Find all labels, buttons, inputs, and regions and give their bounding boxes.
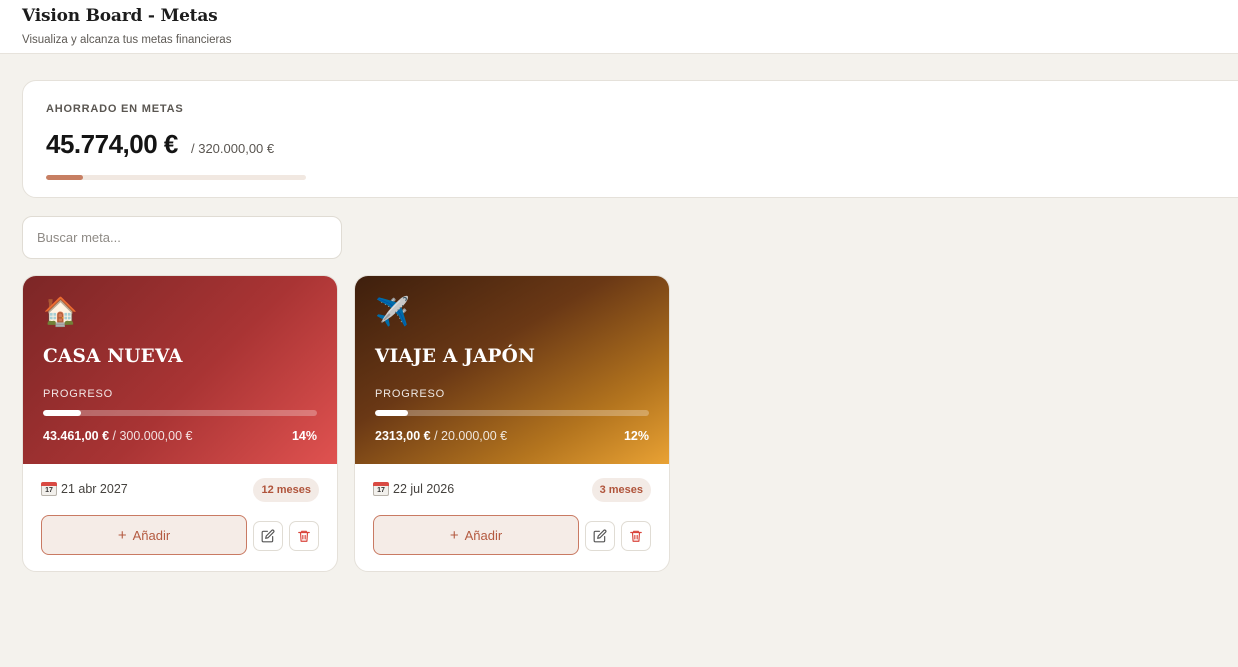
page-subtitle: Visualiza y alcanza tus metas financiera… [22,34,232,46]
summary-amount: 45.774,00 € [46,129,178,159]
summary-total: / 320.000,00 € [191,141,275,156]
delete-goal-button[interactable] [289,521,319,551]
trash-icon [298,530,310,542]
goal-progress-bar [43,410,317,416]
goal-card-header: 🏠 CASA NUEVA PROGRESO 43.461,00 € / 300.… [23,276,337,464]
page-title: Vision Board - Metas [22,6,218,26]
goal-saved-amount: 43.461,00 € [43,429,110,443]
goal-date: 17 21 abr 2027 [41,481,128,497]
search-input[interactable] [22,216,342,259]
goal-target-amount: / 300.000,00 € [112,429,193,443]
edit-icon [261,529,275,543]
progress-label: PROGRESO [375,388,445,400]
add-funds-button[interactable]: + Añadir [41,515,247,555]
edit-goal-button[interactable] [585,521,615,551]
goal-saved-amount: 2313,00 € [375,429,431,443]
months-remaining-badge: 12 meses [253,478,319,502]
airplane-icon: ✈️ [375,296,410,327]
goal-amounts: 2313,00 € / 20.000,00 € [375,429,507,443]
goal-date-text: 22 jul 2026 [393,482,455,496]
goal-title: CASA NUEVA [43,346,183,367]
plus-icon: + [117,526,127,544]
add-funds-button[interactable]: + Añadir [373,515,579,555]
goal-date: 17 22 jul 2026 [373,481,454,497]
goal-percent: 14% [291,429,317,443]
goal-target-amount: / 20.000,00 € [434,429,508,443]
goal-card: ✈️ VIAJE A JAPÓN PROGRESO 2313,00 € / 20… [354,275,670,572]
savings-summary-card: AHORRADO EN METAS 45.774,00 € / 320.000,… [22,80,1238,198]
calendar-icon: 17 [41,481,57,497]
goal-percent: 12% [623,429,649,443]
goal-progress-fill [375,410,408,416]
goal-amounts: 43.461,00 € / 300.000,00 € [43,429,192,443]
goal-title: VIAJE A JAPÓN [375,346,536,367]
goal-progress-fill [43,410,82,416]
summary-progress-bar [46,175,306,180]
house-icon: 🏠 [43,296,78,327]
plus-icon: + [449,526,459,544]
edit-goal-button[interactable] [253,521,283,551]
goal-card: 🏠 CASA NUEVA PROGRESO 43.461,00 € / 300.… [22,275,338,572]
months-remaining-badge: 3 meses [591,478,651,502]
summary-progress-fill [46,175,84,180]
add-funds-label: Añadir [132,527,171,543]
progress-label: PROGRESO [43,388,113,400]
add-funds-label: Añadir [464,527,503,543]
goal-date-text: 21 abr 2027 [61,482,128,496]
edit-icon [593,529,607,543]
goal-progress-bar [375,410,649,416]
goal-card-header: ✈️ VIAJE A JAPÓN PROGRESO 2313,00 € / 20… [355,276,669,464]
calendar-icon: 17 [373,481,389,497]
summary-label: AHORRADO EN METAS [46,103,184,115]
trash-icon [630,530,642,542]
delete-goal-button[interactable] [621,521,651,551]
top-header: Vision Board - Metas Visualiza y alcanza… [0,0,1238,54]
